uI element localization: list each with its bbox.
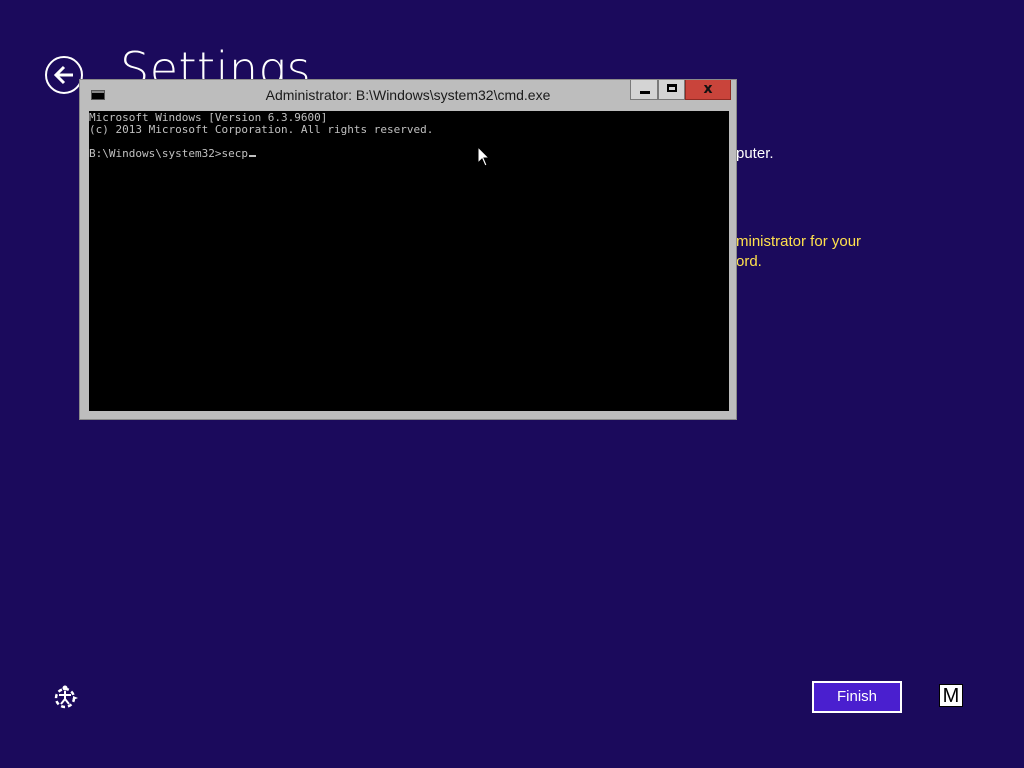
ease-of-access-icon[interactable] [52, 684, 80, 710]
background-warning-line: ord. [736, 253, 762, 270]
ime-mode-indicator[interactable]: M [939, 684, 963, 707]
maximize-button[interactable] [658, 80, 685, 100]
console-line: (c) 2013 Microsoft Corporation. All righ… [89, 123, 434, 136]
background-warning-line: ministrator for your [736, 233, 862, 250]
back-arrow-icon [53, 65, 73, 85]
console-input-line[interactable]: B:\Windows\system32>secp [89, 148, 256, 160]
cmd-window[interactable]: Administrator: B:\Windows\system32\cmd.e… [79, 79, 737, 420]
close-button[interactable]: x [685, 80, 731, 100]
minimize-icon [640, 91, 650, 94]
console-command-text: B:\Windows\system32>secp [89, 147, 248, 160]
mouse-cursor-icon [477, 146, 491, 167]
text-cursor [248, 155, 256, 157]
cmd-console[interactable]: Microsoft Windows [Version 6.3.9600] (c)… [89, 111, 729, 411]
cmd-titlebar[interactable]: Administrator: B:\Windows\system32\cmd.e… [80, 80, 736, 110]
minimize-button[interactable] [630, 80, 658, 100]
maximize-icon [667, 84, 677, 92]
back-button[interactable] [45, 56, 83, 94]
finish-button[interactable]: Finish [812, 681, 902, 713]
background-text-line: puter. [736, 145, 774, 162]
close-icon: x [703, 81, 713, 97]
